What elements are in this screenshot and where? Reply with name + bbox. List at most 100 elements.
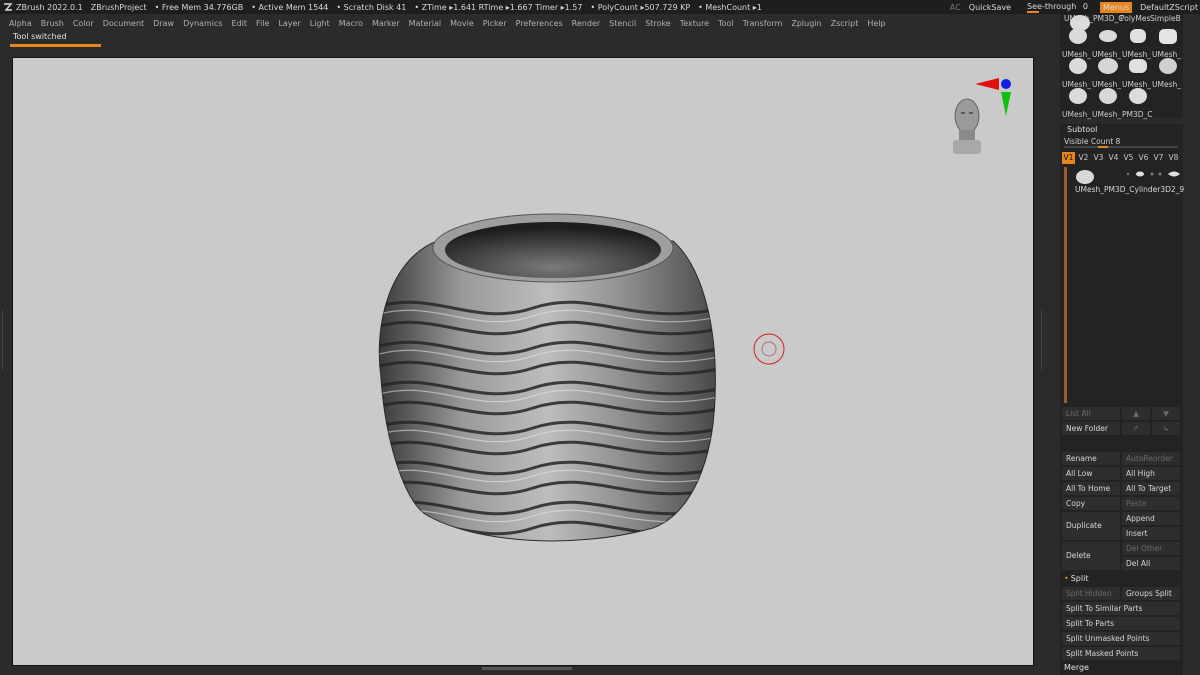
menu-preferences[interactable]: Preferences [516, 19, 563, 28]
visibility-tab-v3[interactable]: V3 [1092, 152, 1105, 164]
menu-macro[interactable]: Macro [339, 19, 363, 28]
menu-draw[interactable]: Draw [153, 19, 174, 28]
move-up-icon[interactable]: ▲ [1122, 407, 1150, 420]
project-name[interactable]: ZBrushProject [91, 3, 147, 12]
subtool-toggles-icon[interactable] [1124, 169, 1180, 179]
menu-material[interactable]: Material [409, 19, 442, 28]
menu-file[interactable]: File [256, 19, 269, 28]
new-folder-button[interactable]: New Folder [1062, 422, 1120, 435]
split-similar-parts-button[interactable]: Split To Similar Parts [1062, 602, 1180, 615]
axis-gizmo-icon[interactable] [975, 78, 1011, 116]
split-masked-button[interactable]: Split Masked Points [1062, 647, 1180, 660]
tool-thumb[interactable]: UMesh_ [1152, 26, 1182, 59]
visibility-tab-v6[interactable]: V6 [1137, 152, 1150, 164]
default-zscript-button[interactable]: DefaultZScript [1140, 3, 1198, 12]
timing-info: • ZTime ▸1.641 RTime ▸1.667 Timer ▸1.57 [414, 2, 583, 12]
menu-edit[interactable]: Edit [232, 19, 248, 28]
split-unmasked-button[interactable]: Split Unmasked Points [1062, 632, 1180, 645]
all-low-button[interactable]: All Low [1062, 467, 1120, 480]
tool-thumb[interactable]: UMesh_ [1092, 26, 1122, 59]
canvas-viewport[interactable] [12, 57, 1034, 666]
menu-marker[interactable]: Marker [372, 19, 400, 28]
tool-thumb[interactable]: UMesh_ [1152, 56, 1182, 89]
groups-split-button[interactable]: Groups Split [1122, 587, 1180, 600]
subtool-list[interactable]: UMesh_PM3D_Cylinder3D2_9 [1064, 167, 1184, 403]
tool-thumb[interactable]: UMesh_ [1062, 86, 1092, 119]
menu-texture[interactable]: Texture [680, 19, 709, 28]
visibility-tab-v4[interactable]: V4 [1107, 152, 1120, 164]
rename-button[interactable]: Rename [1062, 452, 1120, 465]
delete-button[interactable]: Delete [1062, 542, 1120, 570]
mesh-thumb-icon [1159, 29, 1177, 44]
menus-toggle-button[interactable]: Menus [1099, 1, 1133, 13]
tool-thumb[interactable]: UMesh_ [1062, 26, 1092, 59]
menu-render[interactable]: Render [572, 19, 600, 28]
arrow-icon[interactable]: ↱ [1122, 422, 1150, 435]
bottom-tray-handle[interactable] [482, 667, 572, 670]
menu-document[interactable]: Document [103, 19, 144, 28]
navigation-head-icon[interactable] [953, 98, 981, 154]
visibility-tab-v7[interactable]: V7 [1152, 152, 1165, 164]
duplicate-button[interactable]: Duplicate [1062, 512, 1120, 540]
menu-layer[interactable]: Layer [278, 19, 300, 28]
thumb-label: SimpleB [1150, 14, 1181, 23]
menu-alpha[interactable]: Alpha [9, 19, 32, 28]
thumb-label: PM3D_C [1122, 110, 1153, 119]
tool-thumb[interactable]: UMesh_ [1092, 56, 1122, 89]
all-to-home-button[interactable]: All To Home [1062, 482, 1120, 495]
see-through-slider[interactable]: See-through 0 [1027, 2, 1096, 13]
menu-movie[interactable]: Movie [450, 19, 474, 28]
right-tray-handle[interactable] [1037, 310, 1042, 370]
mesh-count: • MeshCount ▸1 [698, 2, 762, 12]
menu-transform[interactable]: Transform [743, 19, 783, 28]
subtool-title[interactable]: Subtool [1067, 125, 1097, 134]
split-section-title[interactable]: • Split [1064, 574, 1088, 583]
all-high-button[interactable]: All High [1122, 467, 1180, 480]
notice-text: Tool switched [13, 32, 67, 41]
free-mem: • Free Mem 34.776GB [154, 2, 244, 12]
append-button[interactable]: Append [1122, 512, 1180, 525]
all-to-target-button[interactable]: All To Target [1122, 482, 1180, 495]
menu-zplugin[interactable]: Zplugin [791, 19, 821, 28]
menu-tool[interactable]: Tool [718, 19, 734, 28]
wavy-vase-mesh[interactable] [373, 213, 723, 542]
visibility-tab-v8[interactable]: V8 [1167, 152, 1180, 164]
del-other-button[interactable]: Del Other [1122, 542, 1180, 555]
ac-indicator[interactable]: AC [950, 3, 961, 12]
tool-thumb[interactable]: UMesh_ [1062, 56, 1092, 89]
left-tray-handle[interactable] [2, 310, 7, 370]
copy-button[interactable]: Copy [1062, 497, 1120, 510]
auto-reorder-button[interactable]: AutoReorder [1122, 452, 1180, 465]
paste-button[interactable]: Paste [1122, 497, 1180, 510]
visible-count-slider[interactable] [1064, 146, 1178, 148]
menu-picker[interactable]: Picker [483, 19, 507, 28]
tool-thumb[interactable]: PM3D_C [1122, 86, 1153, 119]
tool-thumb[interactable]: UMesh_ [1092, 86, 1122, 119]
list-all-button[interactable]: List All [1062, 407, 1120, 420]
insert-button[interactable]: Insert [1122, 527, 1180, 540]
menu-color[interactable]: Color [73, 19, 94, 28]
list-scroll-rail[interactable] [1064, 167, 1067, 403]
menu-zscript[interactable]: Zscript [831, 19, 859, 28]
visibility-tab-v5[interactable]: V5 [1122, 152, 1135, 164]
visibility-set-tabs: V1 V2 V3 V4 V5 V6 V7 V8 [1062, 152, 1182, 164]
quicksave-button[interactable]: QuickSave [969, 3, 1011, 12]
visibility-tab-v2[interactable]: V2 [1077, 152, 1090, 164]
menu-stencil[interactable]: Stencil [609, 19, 636, 28]
subtool-item-name[interactable]: UMesh_PM3D_Cylinder3D2_9 [1075, 185, 1184, 194]
arrow-icon[interactable]: ↳ [1152, 422, 1180, 435]
split-hidden-button[interactable]: Split Hidden [1062, 587, 1120, 600]
menu-stroke[interactable]: Stroke [645, 19, 671, 28]
visibility-tab-v1[interactable]: V1 [1062, 152, 1075, 164]
menu-brush[interactable]: Brush [41, 19, 64, 28]
tool-thumb[interactable]: UMesh_ [1122, 26, 1152, 59]
merge-section-title[interactable]: Merge [1064, 663, 1089, 672]
menu-dynamics[interactable]: Dynamics [183, 19, 222, 28]
del-all-button[interactable]: Del All [1122, 557, 1180, 570]
split-to-parts-button[interactable]: Split To Parts [1062, 617, 1180, 630]
zbrush-logo-icon [4, 3, 13, 11]
menu-light[interactable]: Light [310, 19, 330, 28]
move-down-icon[interactable]: ▼ [1152, 407, 1180, 420]
menu-help[interactable]: Help [867, 19, 885, 28]
tool-thumb[interactable]: UMesh_ [1122, 56, 1152, 89]
